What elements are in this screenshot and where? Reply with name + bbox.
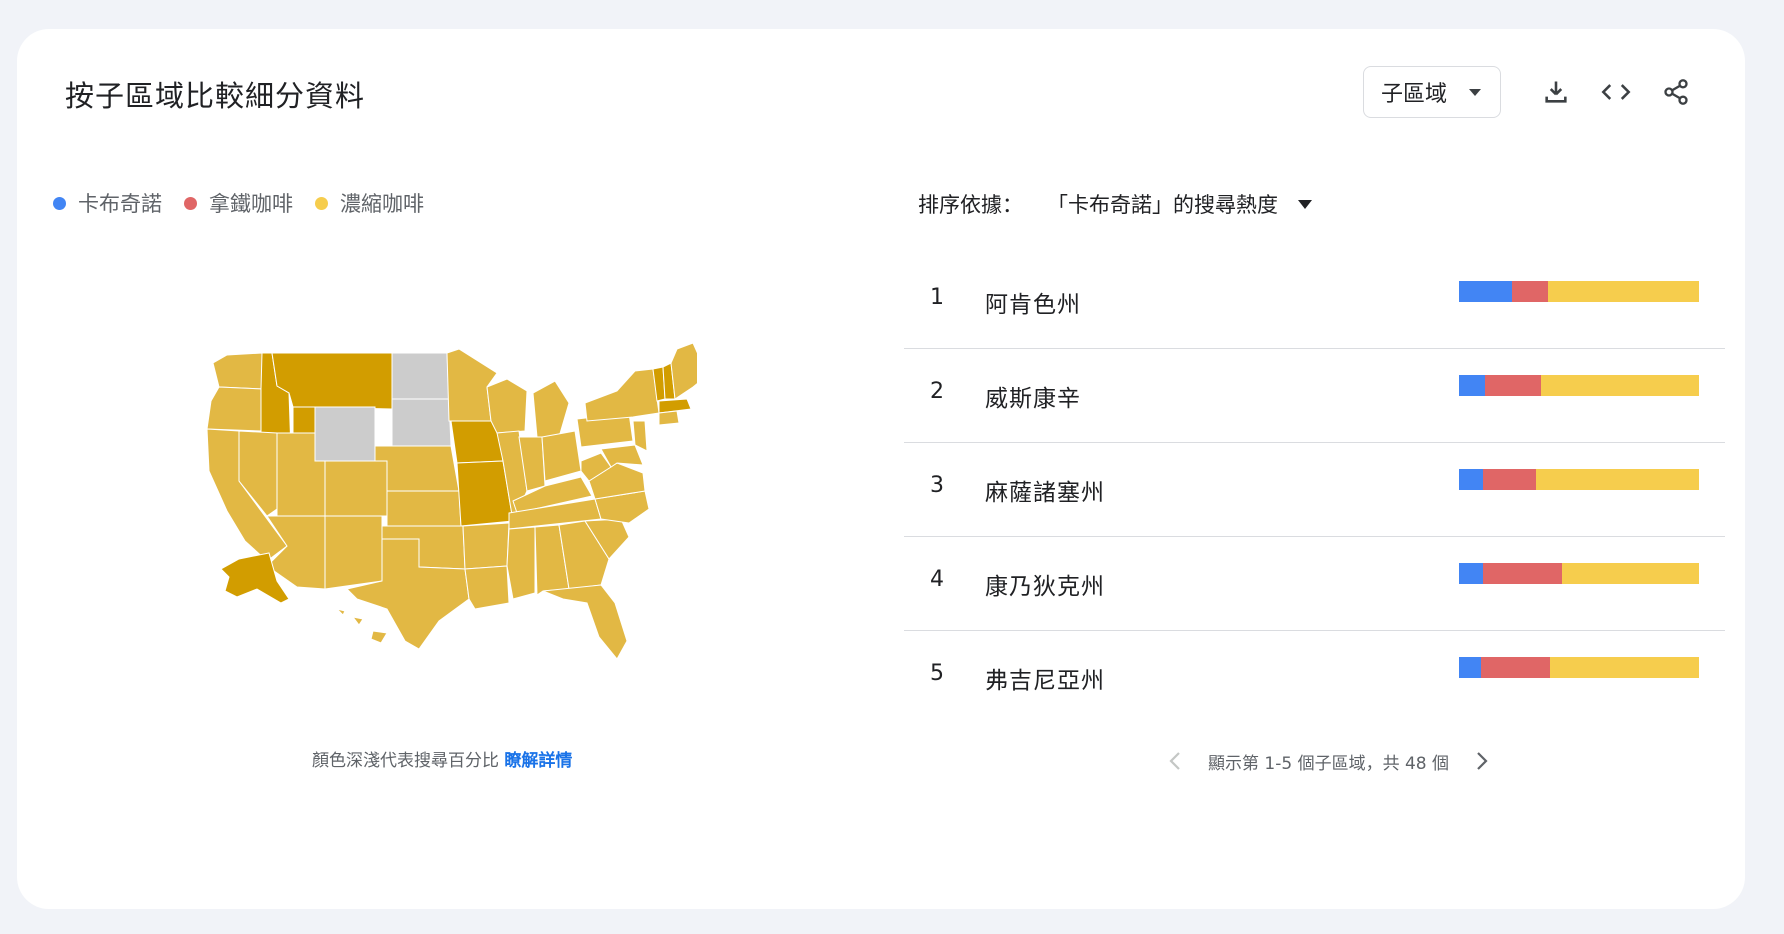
card-title: 按子區域比較細分資料	[65, 79, 366, 113]
ranking-row[interactable]: 1 阿肯色州	[904, 255, 1725, 349]
legend-item-latte: 拿鐵咖啡	[184, 188, 293, 218]
share-bar-latte	[1483, 469, 1536, 490]
region-name: 阿肯色州	[985, 292, 1081, 318]
share-bar	[1459, 563, 1699, 584]
rank-number: 5	[930, 661, 944, 686]
dropdown-arrow-icon	[1469, 88, 1482, 96]
map-region-north-dakota[interactable]	[391, 352, 450, 400]
map-region-nebraska[interactable]	[374, 445, 460, 492]
legend-dot-espresso	[315, 196, 328, 210]
map-note-text: 顏色深淺代表搜尋百分比	[312, 751, 505, 771]
share-bar	[1459, 375, 1699, 396]
download-icon	[1545, 81, 1567, 103]
embed-code-icon	[1601, 84, 1631, 100]
map-region-florida[interactable]	[542, 584, 628, 660]
legend-label: 卡布奇諾	[78, 192, 162, 216]
compare-card: 按子區域比較細分資料 子區域 卡布奇諾 拿鐵咖啡 濃縮咖啡 顏色深淺代表搜尋百分…	[17, 29, 1745, 909]
map-region-louisiana[interactable]	[464, 565, 510, 610]
region-name: 威斯康辛	[985, 386, 1081, 412]
share-bar-espresso	[1550, 657, 1699, 678]
map-region-oregon[interactable]	[206, 386, 264, 432]
share-bar	[1459, 657, 1699, 678]
share-bar-latte	[1483, 563, 1563, 584]
ranking-list: 1 阿肯色州 2 威斯康辛 3 麻薩諸塞州 4 康乃狄克州 5 弗吉尼亞州	[904, 255, 1725, 725]
pagination-text: 顯示第 1-5 個子區域，共 48 個	[1208, 753, 1450, 774]
region-level-value: 子區域	[1381, 82, 1448, 107]
share-bar-espresso	[1562, 563, 1699, 584]
learn-more-link[interactable]: 瞭解詳情	[504, 751, 572, 771]
region-level-dropdown[interactable]: 子區域	[1363, 66, 1501, 118]
previous-page-button[interactable]	[1160, 746, 1190, 776]
embed-button[interactable]	[1591, 67, 1641, 117]
map-region-montana[interactable]	[271, 352, 393, 410]
share-bar-espresso	[1535, 469, 1699, 490]
legend: 卡布奇諾 拿鐵咖啡 濃縮咖啡	[53, 188, 446, 218]
chevron-right-icon	[1477, 752, 1488, 770]
map-region-connecticut[interactable]	[658, 410, 680, 426]
ranking-row[interactable]: 5 弗吉尼亞州	[904, 631, 1725, 725]
sort-label: 排序依據：	[918, 193, 1023, 217]
sort-caret-icon[interactable]	[1298, 199, 1312, 209]
share-icon	[1664, 79, 1688, 105]
share-bar-cappuccino	[1459, 469, 1483, 490]
map-region-wyoming-nodata[interactable]	[314, 406, 376, 462]
map-region-new-york[interactable]	[584, 368, 660, 422]
map-note: 顏色深淺代表搜尋百分比 瞭解詳情	[312, 746, 572, 771]
share-bar-espresso	[1547, 281, 1699, 302]
share-bar-espresso	[1540, 375, 1699, 396]
download-button[interactable]	[1531, 67, 1581, 117]
share-bar-cappuccino	[1459, 657, 1481, 678]
share-bar	[1459, 281, 1699, 302]
legend-label: 拿鐵咖啡	[209, 192, 293, 216]
share-bar-latte	[1485, 375, 1541, 396]
map-region-arkansas[interactable]	[462, 522, 510, 570]
sort-value[interactable]: 「卡布奇諾」的搜尋熱度	[1047, 189, 1278, 219]
map-region-south-dakota[interactable]	[391, 398, 452, 447]
share-bar-cappuccino	[1459, 281, 1512, 302]
map-region-washington[interactable]	[212, 352, 264, 390]
share-bar-latte	[1511, 281, 1548, 302]
share-bar	[1459, 469, 1699, 490]
map-region-mississippi[interactable]	[506, 526, 536, 600]
map-region-colorado[interactable]	[324, 460, 388, 517]
rank-number: 4	[930, 567, 944, 592]
map-region-ohio[interactable]	[541, 430, 582, 482]
legend-dot-latte	[184, 196, 197, 210]
chevron-left-icon	[1169, 752, 1180, 770]
sort-control: 排序依據： 「卡布奇諾」的搜尋熱度	[918, 189, 1312, 219]
map-region-michigan[interactable]	[532, 380, 570, 438]
share-bar-cappuccino	[1459, 563, 1483, 584]
card-toolbar: 子區域	[1363, 66, 1701, 118]
region-name: 麻薩諸塞州	[985, 480, 1105, 506]
ranking-row[interactable]: 2 威斯康辛	[904, 349, 1725, 443]
map-region-hawaii[interactable]	[335, 608, 388, 644]
map-region-kansas[interactable]	[386, 490, 462, 527]
ranking-row[interactable]: 3 麻薩諸塞州	[904, 443, 1725, 537]
rank-number: 1	[930, 285, 944, 310]
legend-label: 濃縮咖啡	[340, 192, 424, 216]
share-bar-cappuccino	[1459, 375, 1486, 396]
legend-item-espresso: 濃縮咖啡	[315, 188, 424, 218]
legend-dot-cappuccino	[53, 196, 66, 210]
map-region-wisconsin[interactable]	[486, 378, 528, 434]
map-region-new-mexico[interactable]	[324, 515, 383, 590]
legend-item-cappuccino: 卡布奇諾	[53, 188, 162, 218]
next-page-button[interactable]	[1467, 746, 1497, 776]
rank-number: 3	[930, 473, 944, 498]
share-button[interactable]	[1651, 67, 1701, 117]
region-name: 弗吉尼亞州	[985, 668, 1105, 694]
pagination: 顯示第 1-5 個子區域，共 48 個	[1160, 746, 1497, 776]
share-bar-latte	[1480, 657, 1551, 678]
us-subregion-map[interactable]	[197, 341, 697, 661]
region-name: 康乃狄克州	[985, 574, 1105, 600]
ranking-row[interactable]: 4 康乃狄克州	[904, 537, 1725, 631]
map-region-maine[interactable]	[670, 342, 697, 400]
rank-number: 2	[930, 379, 944, 404]
